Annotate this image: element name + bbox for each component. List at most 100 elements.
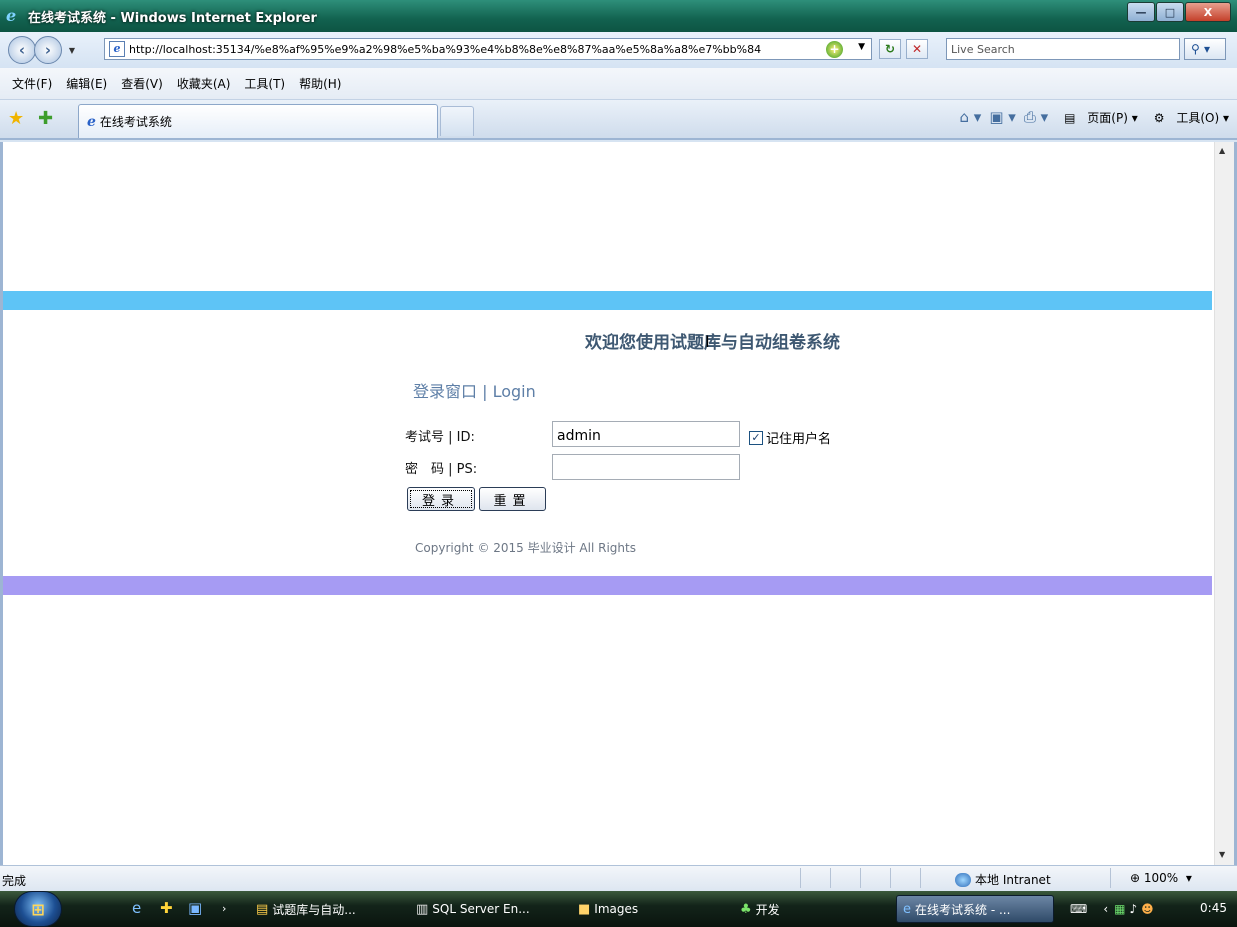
ie-icon: e — [903, 901, 911, 917]
zoom-label: 100% — [1143, 871, 1179, 885]
volume-icon[interactable]: ♪ — [1129, 902, 1137, 916]
arrow-right-icon: › — [44, 41, 52, 59]
search-button[interactable]: ⚲ ▾ — [1184, 38, 1226, 60]
id-input[interactable] — [552, 421, 740, 447]
task-label: Images — [594, 902, 639, 916]
globe-icon — [955, 872, 971, 887]
forward-button[interactable]: › — [34, 36, 62, 64]
search-icon: ⚲ ▾ — [1191, 42, 1210, 56]
status-divider — [800, 868, 801, 888]
ie-tab-icon: e — [87, 113, 96, 130]
chevron-left-icon[interactable]: ‹ — [1103, 902, 1108, 916]
password-input[interactable] — [552, 454, 740, 480]
remember-label: 记住用户名 — [766, 432, 832, 447]
id-label: 考试号 | ID: — [405, 430, 475, 445]
stop-icon: ✕ — [911, 42, 923, 56]
new-tab-button[interactable] — [440, 106, 474, 136]
folder-icon: ■ — [578, 901, 591, 917]
keyboard-icon[interactable]: ⌨ — [1070, 902, 1087, 916]
menu-edit[interactable]: 编辑(E) — [66, 75, 107, 92]
reset-button[interactable]: 重置 — [479, 487, 546, 511]
remember-username[interactable]: ✓ 记住用户名 — [749, 428, 831, 447]
task-label: 试题库与自动... — [272, 902, 356, 917]
taskbar-item-sql-server[interactable]: ▥ SQL Server En... — [410, 895, 560, 923]
system-tray: ⌨ ‹ ▦ ♪ ☻ 0:45 — [1064, 893, 1237, 925]
taskbar-item-question-bank[interactable]: ▤ 试题库与自动... — [250, 895, 400, 923]
folder-app-icon: ▤ — [256, 901, 269, 917]
arrow-left-icon: ‹ — [18, 41, 26, 59]
chevron-right-icon[interactable]: › — [222, 902, 226, 915]
window-title: 在线考试系统 - Windows Internet Explorer — [28, 10, 317, 26]
status-divider — [1110, 868, 1111, 888]
gear-icon: ⚙ — [1153, 110, 1165, 125]
tools-menu[interactable]: ⚙ 工具(O) ▾ — [1146, 109, 1229, 126]
menu-help[interactable]: 帮助(H) — [299, 75, 341, 92]
stop-button[interactable]: ✕ — [906, 39, 928, 59]
close-button[interactable]: X — [1185, 2, 1231, 22]
page-viewport: 欢迎您使用试题库与自动组卷系统 I 登录窗口 | Login 考试号 | ID:… — [0, 142, 1237, 865]
page-menu-label: 页面(P) — [1087, 110, 1128, 125]
window-titlebar[interactable]: e 在线考试系统 - Windows Internet Explorer — □… — [0, 0, 1237, 32]
page-menu[interactable]: ▤ 页面(P) ▾ — [1056, 109, 1138, 126]
address-bar: ‹ › ▼ e http://localhost:35134/%e8%af%95… — [0, 32, 1237, 68]
security-zone[interactable]: 本地 Intranet — [955, 871, 1051, 888]
start-button[interactable]: ⊞ — [14, 891, 62, 927]
sql-server-icon: ▥ — [416, 901, 429, 917]
app-quicklaunch-icon[interactable]: ✚ — [160, 899, 173, 917]
page-icon: ▤ — [1064, 110, 1076, 125]
user-icon[interactable]: ☻ — [1141, 902, 1154, 916]
refresh-button[interactable]: ↻ — [879, 39, 901, 59]
menu-favorites[interactable]: 收藏夹(A) — [177, 75, 231, 92]
page-icon: e — [109, 41, 125, 57]
search-input[interactable]: Live Search — [946, 38, 1180, 60]
taskbar-item-online-exam[interactable]: e 在线考试系统 - ... — [896, 895, 1054, 923]
status-divider — [920, 868, 921, 888]
copyright-text: Copyright © 2015 毕业设计 All Rights — [415, 541, 636, 555]
print-icon[interactable]: ⎙ ▾ — [1024, 108, 1048, 126]
text-cursor-icon: I — [705, 332, 710, 351]
minimize-button[interactable]: — — [1127, 2, 1155, 22]
scroll-up-icon[interactable]: ▲ — [1219, 146, 1225, 155]
url-text[interactable]: http://localhost:35134/%e8%af%95%e9%a2%9… — [129, 43, 829, 56]
maximize-button[interactable]: □ — [1156, 2, 1184, 22]
status-bar: 完成 本地 Intranet ⊕ 100% ▾ — [0, 865, 1237, 891]
header-band — [3, 291, 1212, 310]
status-divider — [860, 868, 861, 888]
menu-view[interactable]: 查看(V) — [121, 75, 163, 92]
zoom-control[interactable]: ⊕ 100% ▾ — [1130, 871, 1192, 885]
windows-logo-icon: ⊞ — [31, 899, 45, 919]
vertical-scrollbar[interactable]: ▲ ▼ — [1214, 142, 1234, 865]
checkbox-checked-icon[interactable]: ✓ — [749, 430, 763, 445]
favorites-star-icon[interactable]: ★ — [8, 108, 24, 129]
url-dropdown-icon[interactable]: ▼ — [858, 42, 865, 52]
network-icon[interactable]: ▦ — [1114, 902, 1125, 916]
home-icon[interactable]: ⌂ ▾ — [960, 108, 982, 126]
clock[interactable]: 0:45 — [1200, 901, 1227, 915]
taskbar-item-dev[interactable]: ♣ 开发 — [734, 895, 884, 923]
tab-online-exam[interactable]: e 在线考试系统 — [78, 104, 438, 138]
login-title: 登录窗口 | Login — [413, 382, 536, 401]
status-divider — [830, 868, 831, 888]
go-icon[interactable]: + — [826, 41, 843, 58]
zoom-icon: ⊕ — [1130, 871, 1141, 885]
tab-bar: ★ ✚ e 在线考试系统 ⌂ ▾ ▣ ▾ ⎙ ▾ ▤ 页面(P) ▾ ⚙ 工具(… — [0, 100, 1237, 140]
welcome-heading: 欢迎您使用试题库与自动组卷系统 — [585, 333, 840, 353]
scroll-down-icon[interactable]: ▼ — [1219, 850, 1225, 859]
back-button[interactable]: ‹ — [8, 36, 36, 64]
status-text: 完成 — [2, 874, 27, 888]
menu-file[interactable]: 文件(F) — [12, 75, 52, 92]
password-label: 密 码 | PS: — [405, 462, 478, 477]
status-divider — [890, 868, 891, 888]
login-button[interactable]: 登录 — [407, 487, 475, 511]
url-field[interactable]: e http://localhost:35134/%e8%af%95%e9%a2… — [104, 38, 872, 60]
feeds-icon[interactable]: ▣ ▾ — [989, 108, 1015, 126]
ie-logo-icon: e — [6, 6, 17, 25]
menu-tools[interactable]: 工具(T) — [244, 75, 285, 92]
taskbar-item-images[interactable]: ■ Images — [572, 895, 722, 923]
ie-quicklaunch-icon[interactable]: e — [132, 899, 141, 917]
tools-menu-label: 工具(O) — [1176, 110, 1220, 125]
task-label: 开发 — [755, 902, 780, 917]
history-dropdown-icon[interactable]: ▼ — [66, 46, 78, 55]
add-favorites-icon[interactable]: ✚ — [38, 108, 53, 129]
desktop-quicklaunch-icon[interactable]: ▣ — [188, 899, 202, 917]
